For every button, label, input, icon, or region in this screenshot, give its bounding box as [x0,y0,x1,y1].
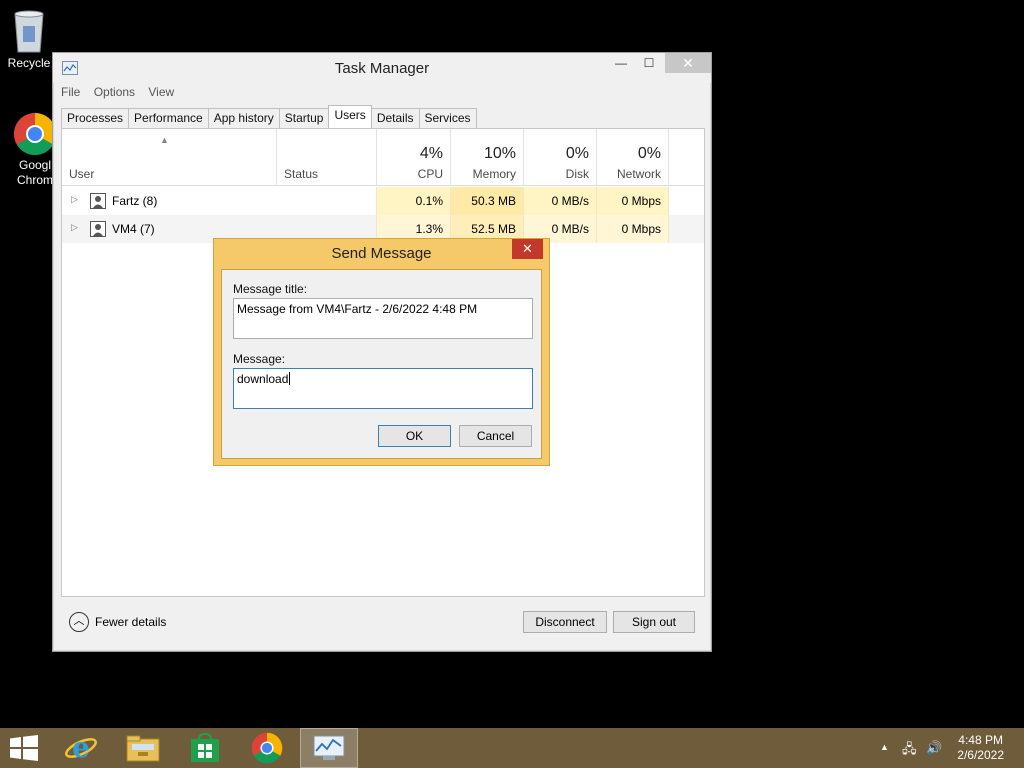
recycle-bin-icon [14,10,44,53]
column-user-label: User [69,167,95,181]
column-status-label: Status [284,167,319,181]
dialog-body: Message title: Message from VM4\Fartz - … [221,269,542,459]
recycle-bin-label: Recycle [7,56,51,70]
message-body-field[interactable]: download [233,368,533,409]
close-button[interactable]: ✕ [665,53,711,73]
sign-out-button[interactable]: Sign out [613,611,695,633]
taskbar-file-explorer[interactable] [114,728,172,768]
column-memory-label: Memory [472,167,516,181]
cancel-button[interactable]: Cancel [459,425,532,447]
column-network[interactable]: 0% Network [596,129,669,186]
menu-options[interactable]: Options [94,85,135,99]
disk-total-percent: 0% [565,145,589,162]
internet-explorer-icon: e [65,732,97,764]
menu-view[interactable]: View [148,85,174,99]
network-cell: 0 Mbps [596,215,669,243]
expand-chevron-icon[interactable]: ▷ [71,222,78,233]
expand-chevron-icon[interactable]: ▷ [71,194,78,205]
dialog-title: Send Message [331,245,432,262]
user-avatar-icon [90,221,106,237]
footer-bar: ︿ Fewer details Disconnect Sign out [61,596,705,648]
taskbar-chrome[interactable] [238,728,296,768]
network-icon[interactable]: 🖧 [902,740,917,762]
menu-bar: File Options View [61,85,184,103]
chrome-icon [251,732,283,764]
clock[interactable]: 4:48 PM 2/6/2022 [957,733,1004,763]
taskbar-store[interactable] [176,728,234,768]
column-disk[interactable]: 0% Disk [523,129,596,186]
clock-time: 4:48 PM [958,733,1003,747]
tab-startup[interactable]: Startup [278,108,330,128]
volume-icon[interactable]: 🔊 [926,740,942,756]
tab-services[interactable]: Services [418,108,477,128]
fewer-details-button[interactable]: ︿ Fewer details [69,611,166,633]
menu-file[interactable]: File [61,85,80,99]
user-avatar-icon [90,193,106,209]
column-header: ▲ User Status 4% CPU 10% Memory 0% Disk … [62,129,704,186]
column-user[interactable]: ▲ User [62,129,276,186]
start-icon [10,735,38,761]
message-body-text: download [237,372,289,386]
show-hidden-icons-icon[interactable]: ▲ [880,742,889,752]
tab-details[interactable]: Details [370,108,420,128]
column-cpu-label: CPU [417,167,443,181]
minimize-button[interactable]: — [607,53,635,73]
send-message-dialog: Send Message ✕ Message title: Message fr… [213,238,550,466]
system-tray: ▲ 🖧 🔊 4:48 PM 2/6/2022 [864,728,1024,768]
user-name: VM4 (7) [112,222,155,236]
disconnect-button[interactable]: Disconnect [523,611,607,633]
recycle-bin-desktop-icon[interactable]: Recycle [0,6,58,70]
disk-cell: 0 MB/s [523,187,596,215]
taskbar-task-manager[interactable] [300,728,358,768]
column-disk-label: Disk [565,167,589,181]
chrome-icon [13,112,57,156]
clock-date: 2/6/2022 [957,748,1004,762]
column-cpu[interactable]: 4% CPU [376,129,450,186]
svg-text:e: e [72,732,90,764]
message-label: Message: [233,352,286,366]
tab-users[interactable]: Users [328,105,372,128]
cpu-total-percent: 4% [419,145,443,162]
taskbar: e ▲ � [0,728,1024,768]
message-title-label: Message title: [233,282,308,296]
tab-app-history[interactable]: App history [207,108,280,128]
tab-strip: Processes Performance App history Startu… [61,105,477,128]
text-cursor [289,372,291,385]
network-total-percent: 0% [637,145,661,162]
message-title-field[interactable]: Message from VM4\Fartz - 2/6/2022 4:48 P… [233,298,533,339]
column-status[interactable]: Status [276,129,376,186]
taskbar-internet-explorer[interactable]: e [52,728,110,768]
user-name: Fartz (8) [112,194,158,208]
start-button[interactable] [0,728,48,768]
store-icon [191,733,219,762]
sort-ascending-icon: ▲ [160,135,169,145]
memory-cell: 50.3 MB [450,187,523,215]
fewer-details-label: Fewer details [95,615,167,629]
maximize-button[interactable]: ☐ [635,53,663,73]
memory-total-percent: 10% [483,145,516,162]
cpu-cell: 0.1% [376,187,450,215]
file-explorer-icon [126,735,160,762]
chevron-up-circle-icon: ︿ [69,612,89,632]
dialog-close-button[interactable]: ✕ [512,239,543,259]
user-row[interactable]: ▷ Fartz (8) 0.1% 50.3 MB 0 MB/s 0 Mbps [62,187,704,215]
ok-button[interactable]: OK [378,425,451,447]
network-cell: 0 Mbps [596,187,669,215]
tab-performance[interactable]: Performance [128,108,209,128]
task-manager-icon [313,735,345,760]
column-memory[interactable]: 10% Memory [450,129,523,186]
title-bar[interactable]: Task Manager — ☐ ✕ [53,53,711,83]
column-network-label: Network [616,167,661,181]
tab-processes[interactable]: Processes [61,108,130,128]
